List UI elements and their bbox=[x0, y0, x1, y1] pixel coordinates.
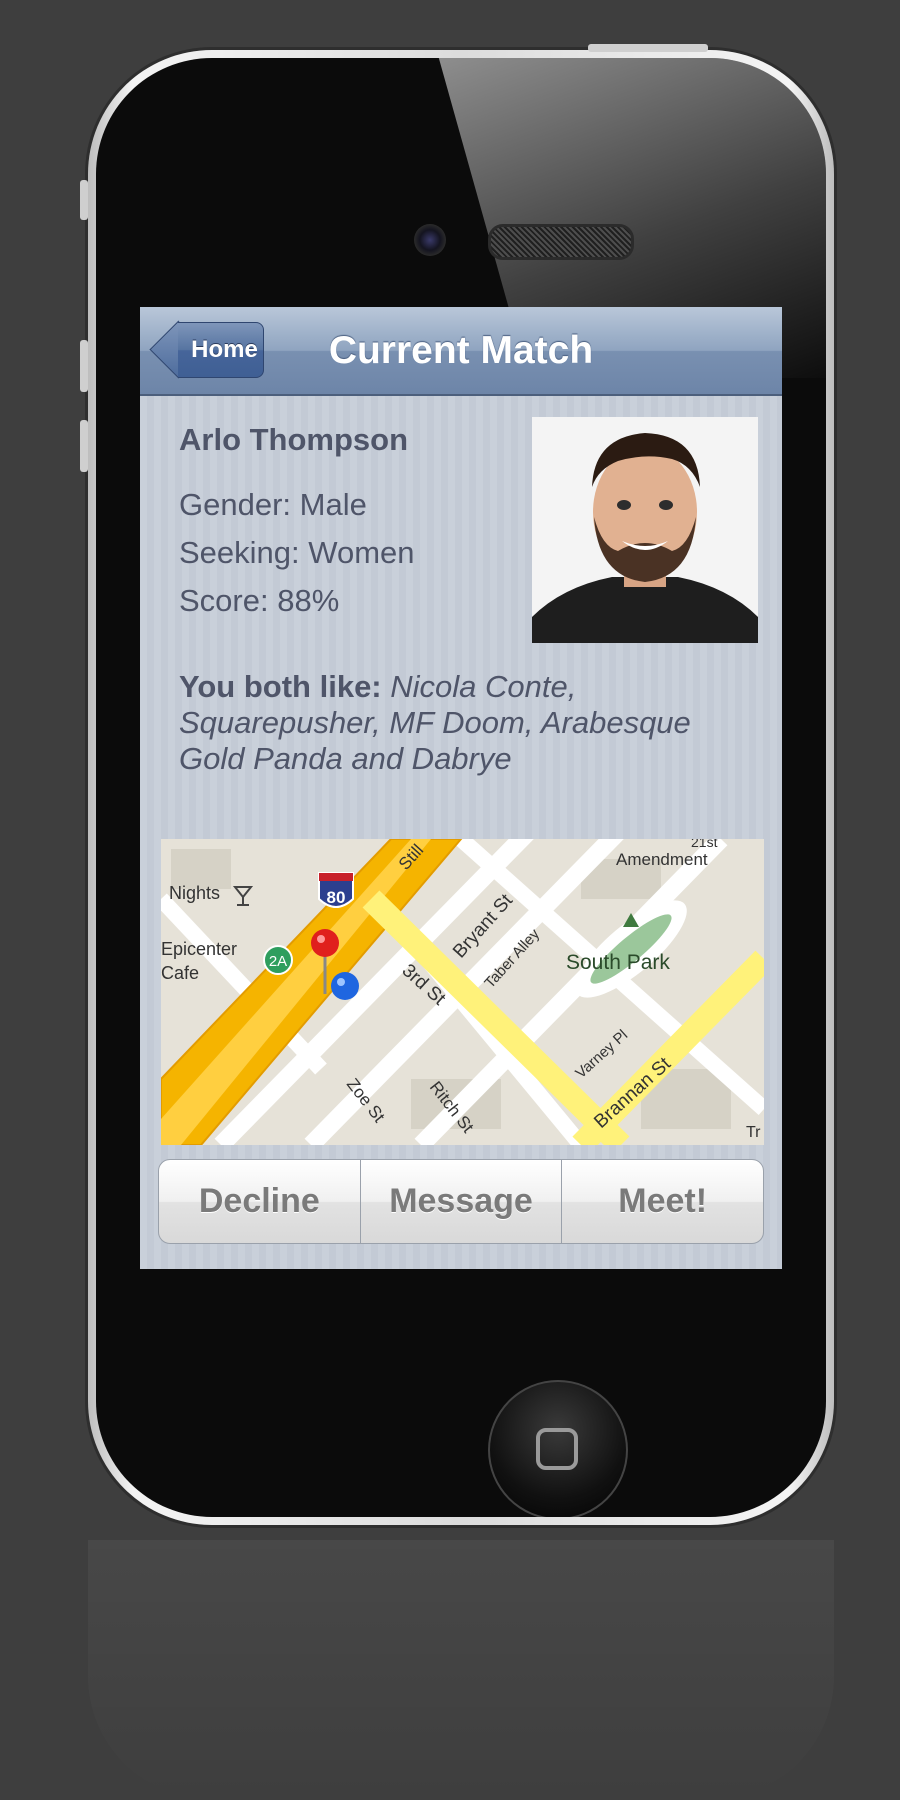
home-back-button[interactable]: Home bbox=[178, 322, 264, 378]
volume-up-button bbox=[80, 340, 88, 392]
phone-reflection bbox=[88, 1540, 834, 1800]
message-button[interactable]: Message bbox=[361, 1160, 563, 1243]
stage: Current Match Home Arlo Thompson Gender:… bbox=[0, 0, 900, 1800]
map-label-epicenter: Epicenter bbox=[161, 939, 237, 959]
decline-button[interactable]: Decline bbox=[159, 1160, 361, 1243]
match-gender: Gender: Male bbox=[179, 487, 367, 522]
earpiece-speaker-icon bbox=[488, 224, 634, 260]
svg-text:Amendment: Amendment bbox=[616, 850, 708, 869]
home-hardware-button[interactable] bbox=[488, 1380, 628, 1517]
match-score: Score: 88% bbox=[179, 583, 340, 618]
power-button bbox=[588, 44, 708, 52]
action-segmented-control: Decline Message Meet! bbox=[158, 1159, 764, 1244]
svg-text:South Park: South Park bbox=[566, 951, 670, 974]
avatar bbox=[532, 417, 758, 643]
front-camera-icon bbox=[414, 224, 446, 256]
match-photo bbox=[532, 417, 758, 643]
map-graphic: Nights Epicenter Cafe Amendment 21st Sou… bbox=[161, 839, 764, 1145]
volume-down-button bbox=[80, 420, 88, 472]
location-map[interactable]: Nights Epicenter Cafe Amendment 21st Sou… bbox=[161, 839, 764, 1145]
mute-switch bbox=[80, 180, 88, 220]
svg-text:Cafe: Cafe bbox=[161, 963, 199, 983]
svg-text:Tr: Tr bbox=[746, 1124, 761, 1141]
shared-interests: You both like: Nicola Conte, Squarepushe… bbox=[179, 669, 749, 777]
svg-text:Nights: Nights bbox=[169, 883, 220, 903]
shared-interests-label: You both like: bbox=[179, 669, 382, 704]
svg-text:2A: 2A bbox=[269, 953, 287, 970]
navigation-bar: Current Match Home bbox=[140, 307, 782, 396]
svg-text:21st: 21st bbox=[691, 839, 718, 850]
match-name: Arlo Thompson bbox=[179, 422, 409, 457]
match-seeking: Seeking: Women bbox=[179, 535, 415, 570]
svg-text:80: 80 bbox=[327, 888, 346, 907]
meet-button[interactable]: Meet! bbox=[562, 1160, 763, 1243]
app-screen: Current Match Home Arlo Thompson Gender:… bbox=[140, 307, 782, 1269]
home-square-icon bbox=[536, 1428, 578, 1470]
